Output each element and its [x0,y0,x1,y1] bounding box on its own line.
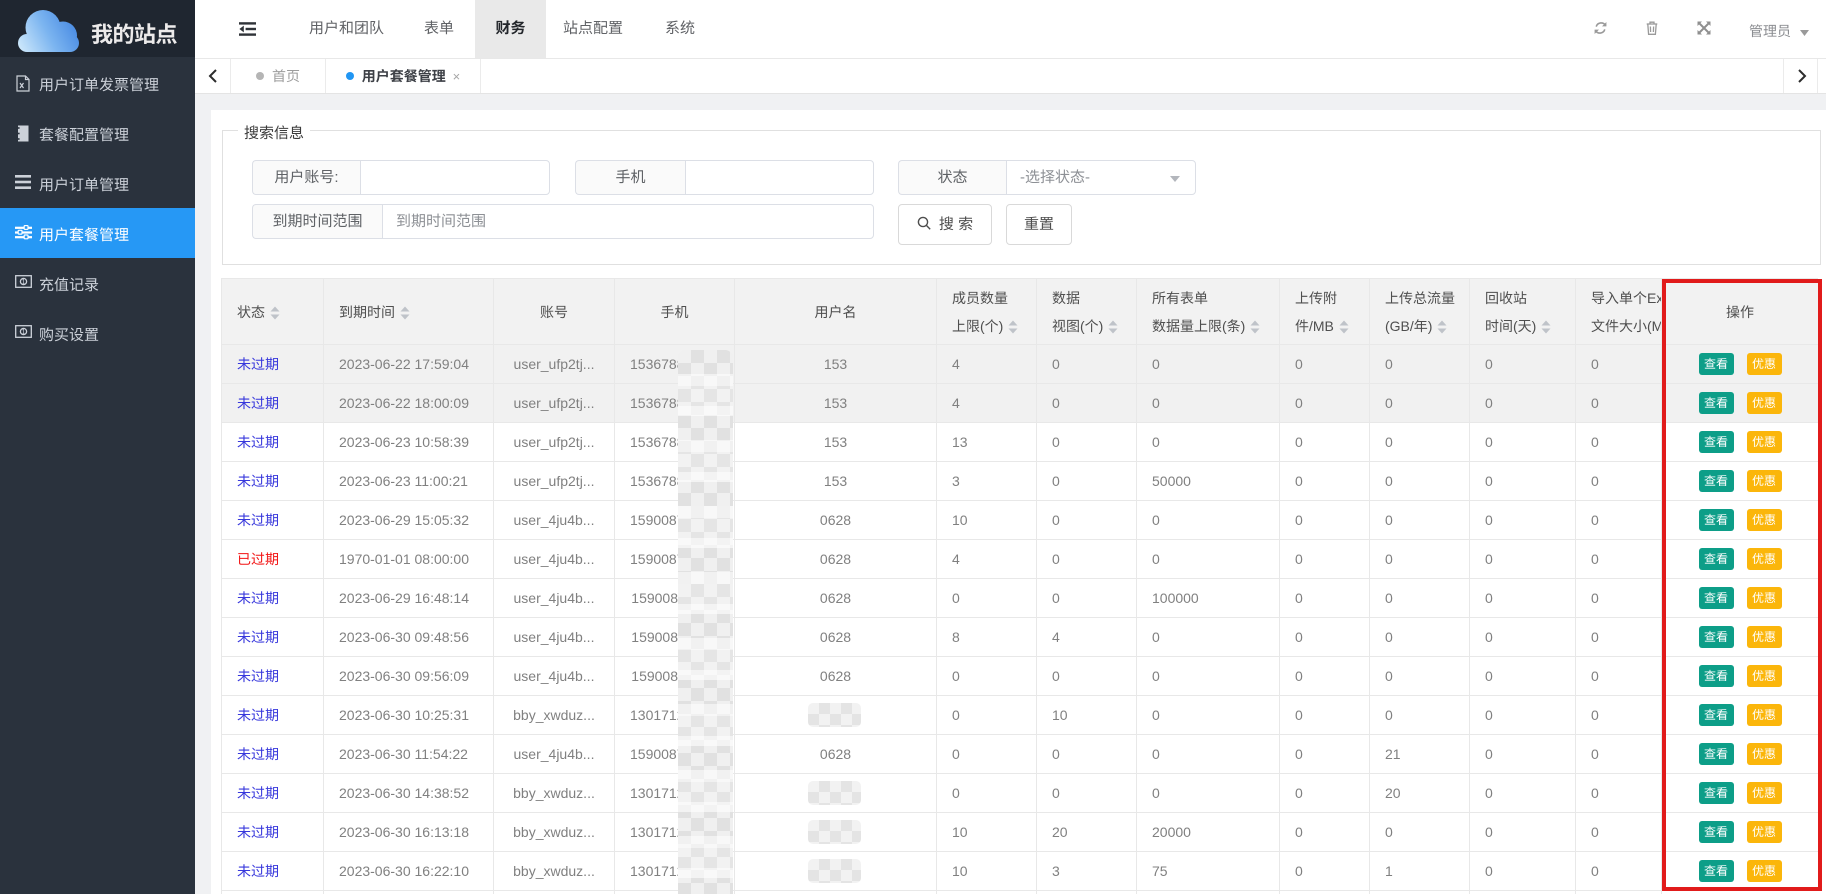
svg-text:1: 1 [22,329,26,336]
svg-text:1: 1 [22,279,26,286]
